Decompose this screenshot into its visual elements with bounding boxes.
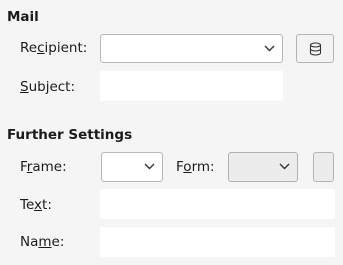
name-field[interactable] xyxy=(100,227,335,257)
address-book-button[interactable] xyxy=(296,34,334,63)
mail-merge-settings-panel: Mail Recipient: Subject: Further Setting… xyxy=(0,0,343,265)
recipient-label: Recipient: xyxy=(20,40,88,56)
form-combo[interactable] xyxy=(228,152,298,182)
chevron-down-icon xyxy=(264,45,275,51)
frame-label: Frame: xyxy=(20,159,67,175)
text-label: Text: xyxy=(20,197,52,213)
chevron-down-icon xyxy=(144,163,155,170)
name-label: Name: xyxy=(20,234,65,250)
frame-combo[interactable] xyxy=(101,152,163,182)
subject-field[interactable] xyxy=(100,71,283,101)
database-icon xyxy=(309,42,322,56)
subject-label: Subject: xyxy=(20,79,76,95)
text-field[interactable] xyxy=(100,189,335,219)
further-settings-title: Further Settings xyxy=(7,127,133,143)
recipient-combo[interactable] xyxy=(100,34,283,63)
chevron-down-icon xyxy=(279,163,290,170)
form-label: Form: xyxy=(176,159,215,175)
mail-section-title: Mail xyxy=(7,9,39,25)
form-extra-button[interactable] xyxy=(313,152,334,182)
